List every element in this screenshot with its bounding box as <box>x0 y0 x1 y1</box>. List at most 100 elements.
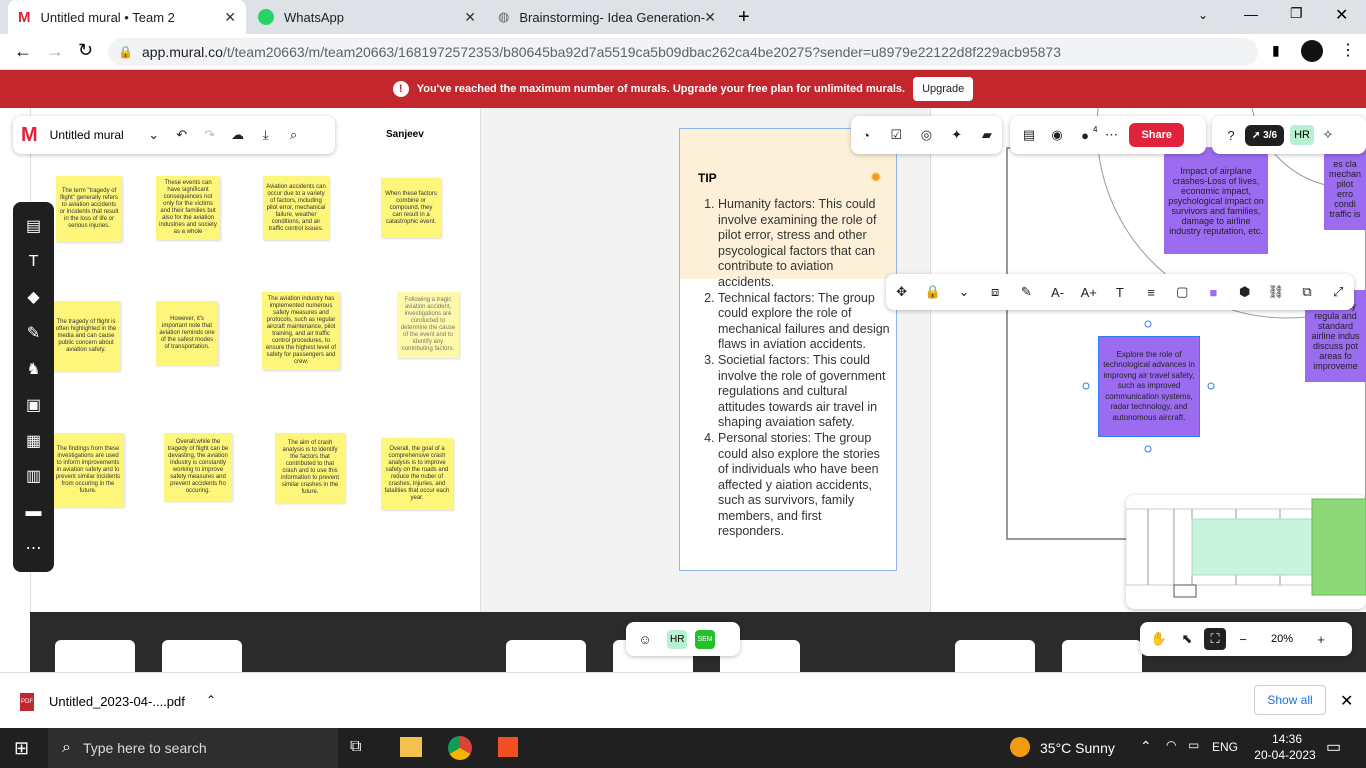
selection-handles[interactable] <box>1080 316 1220 456</box>
align-icon[interactable]: ⧈ <box>984 281 1006 303</box>
battery-icon[interactable]: ▭ <box>1188 738 1199 752</box>
sticky-note[interactable]: Following a tragic aviation accident, in… <box>397 292 459 358</box>
frame-icon[interactable]: ▬ <box>23 501 45 523</box>
new-tab-button[interactable]: + <box>738 6 750 29</box>
increase-font-icon[interactable]: A+ <box>1078 281 1100 303</box>
text-align-icon[interactable]: ≡ <box>1140 281 1162 303</box>
wifi-icon[interactable]: ◠ <box>1166 738 1176 752</box>
sidebar-icon[interactable]: ▮ <box>1272 42 1280 59</box>
table-icon[interactable]: ▥ <box>23 465 45 487</box>
timer-icon[interactable]: ◔ <box>855 124 877 146</box>
pen-icon[interactable]: ✎ <box>1015 281 1037 303</box>
tag-icon[interactable]: ⬢ <box>1234 281 1256 303</box>
expand-icon[interactable]: ⤢ <box>1327 281 1349 303</box>
task-view-icon[interactable]: ⧉ <box>350 738 361 756</box>
frame-thumbnail[interactable] <box>1062 640 1142 672</box>
notification-icon[interactable]: ▭ <box>1326 737 1341 757</box>
purple-note-impact[interactable]: Impact of airplane crashes-Loss of lives… <box>1164 148 1268 254</box>
lock-icon[interactable]: 🔒 <box>922 281 944 303</box>
briefcase-icon[interactable]: ▰ <box>976 124 998 146</box>
restore-button[interactable]: ❐ <box>1290 5 1303 22</box>
upgrade-button[interactable]: Upgrade <box>913 77 974 101</box>
file-explorer-icon[interactable] <box>400 737 422 757</box>
close-window-button[interactable]: ✕ <box>1335 5 1348 25</box>
minimap[interactable] <box>1126 495 1366 609</box>
cloud-sync-icon[interactable]: ☁ <box>227 124 249 146</box>
move-icon[interactable]: ✥ <box>891 281 913 303</box>
frame-thumbnail[interactable] <box>506 640 586 672</box>
private-mode-icon[interactable]: ◎ <box>915 124 937 146</box>
gif-icon[interactable]: ♞ <box>23 358 45 380</box>
close-icon[interactable]: ✕ <box>704 9 716 26</box>
redo-icon[interactable]: ↷ <box>199 124 221 146</box>
onboarding-progress[interactable]: ➚ 3/6 <box>1245 124 1285 146</box>
taskbar-search[interactable]: ⌕ Type here to search <box>48 728 338 768</box>
chevron-down-icon[interactable]: ⌄ <box>953 281 975 303</box>
text-format-icon[interactable]: T <box>1109 281 1131 303</box>
more-options-icon[interactable]: ⋯ <box>1100 124 1122 146</box>
fill-color-icon[interactable]: ■ <box>1202 281 1224 303</box>
store-icon[interactable] <box>498 737 518 757</box>
chevron-down-icon[interactable]: ⌄ <box>143 124 165 146</box>
menu-icon[interactable]: ⋮ <box>1340 40 1356 60</box>
vote-icon[interactable]: ☑ <box>885 124 907 146</box>
zoom-out-icon[interactable]: − <box>1232 628 1254 650</box>
sticky-note[interactable]: The findings from these investigations a… <box>52 433 124 507</box>
collaborator-avatar[interactable]: SEM <box>695 629 715 649</box>
comment-icon[interactable]: ◉ <box>1046 124 1068 146</box>
mural-logo-icon[interactable]: M <box>21 124 38 147</box>
sticky-note[interactable]: Overall,while the tragedy of flight can … <box>164 433 232 501</box>
sticky-note[interactable]: The aviation industry has implemented nu… <box>262 292 340 370</box>
map-icon[interactable]: ⛶ <box>1204 628 1226 650</box>
undo-icon[interactable]: ↶ <box>171 124 193 146</box>
text-icon[interactable]: T <box>23 251 45 273</box>
user-avatar[interactable]: HR <box>1290 125 1314 145</box>
sticky-note[interactable]: Aviation accidents can occur due to a va… <box>263 176 329 240</box>
language-indicator[interactable]: ENG <box>1212 740 1238 754</box>
tab-search-icon[interactable]: ⌄ <box>1198 8 1208 22</box>
clock-date[interactable]: 20-04-2023 <box>1250 748 1320 762</box>
frame-thumbnail[interactable] <box>55 640 135 672</box>
close-icon[interactable]: ✕ <box>224 9 236 26</box>
profile-avatar[interactable] <box>1301 40 1323 62</box>
forward-icon[interactable]: → <box>46 41 64 62</box>
close-icon[interactable]: ✕ <box>1340 691 1353 711</box>
help-icon[interactable]: ? <box>1220 124 1242 146</box>
decrease-font-icon[interactable]: A- <box>1047 281 1069 303</box>
outline-icon[interactable]: ▤ <box>1018 124 1040 146</box>
ai-sparkle-icon[interactable]: ✧ <box>1317 124 1339 146</box>
sticky-note[interactable]: When these factors combine or compound, … <box>381 178 441 238</box>
tip-panel[interactable]: TIP ✹ Humanity factors: This could invol… <box>679 128 897 571</box>
url-bar[interactable]: 🔒 app.mural.co/t/team20663/m/team20663/1… <box>108 38 1258 66</box>
close-icon[interactable]: ✕ <box>464 9 476 26</box>
tab-brainstorming[interactable]: ◍ Brainstorming- Idea Generation- ✕ <box>488 0 726 34</box>
share-button[interactable]: Share <box>1129 123 1185 147</box>
reload-icon[interactable]: ↻ <box>78 40 93 61</box>
border-icon[interactable]: ▢ <box>1171 281 1193 303</box>
sticky-note[interactable]: However, it's important note that aviati… <box>156 301 218 365</box>
download-icon[interactable]: ⤓ <box>255 124 277 146</box>
frame-thumbnail[interactable] <box>955 640 1035 672</box>
download-filename[interactable]: Untitled_2023-04-....pdf <box>49 694 185 709</box>
minimize-button[interactable]: — <box>1244 6 1258 22</box>
sticky-note-icon[interactable]: ▤ <box>23 215 45 237</box>
cursor-icon[interactable]: ⬉ <box>1176 628 1198 650</box>
back-icon[interactable]: ← <box>14 41 32 62</box>
weather-text[interactable]: 35°C Sunny <box>1040 740 1115 756</box>
crop-icon[interactable]: ⧉ <box>1296 281 1318 303</box>
mural-title[interactable]: Untitled mural <box>50 128 140 142</box>
sticky-note[interactable]: These events can have significant conseq… <box>156 176 220 240</box>
pen-icon[interactable]: ✎ <box>23 322 45 344</box>
tab-mural[interactable]: M Untitled mural • Team 2 ✕ <box>8 0 246 34</box>
chevron-up-icon[interactable]: ⌃ <box>206 693 216 707</box>
collaborator-avatar[interactable]: HR <box>667 629 688 649</box>
tab-whatsapp[interactable]: WhatsApp ✕ <box>248 0 486 34</box>
windows-start-icon[interactable]: ⊞ <box>14 738 29 759</box>
emoji-icon[interactable]: ☺ <box>634 628 656 650</box>
clock-time[interactable]: 14:36 <box>1260 732 1314 746</box>
zoom-level[interactable]: 20% <box>1257 633 1307 645</box>
zoom-in-icon[interactable]: + <box>1310 628 1332 650</box>
sticky-note[interactable]: The aim of crash analysis is to identify… <box>275 433 345 503</box>
chevron-up-icon[interactable]: ⌃ <box>1140 738 1152 755</box>
sticky-note[interactable]: Overall, the goal of a comprehensive cra… <box>381 438 453 510</box>
